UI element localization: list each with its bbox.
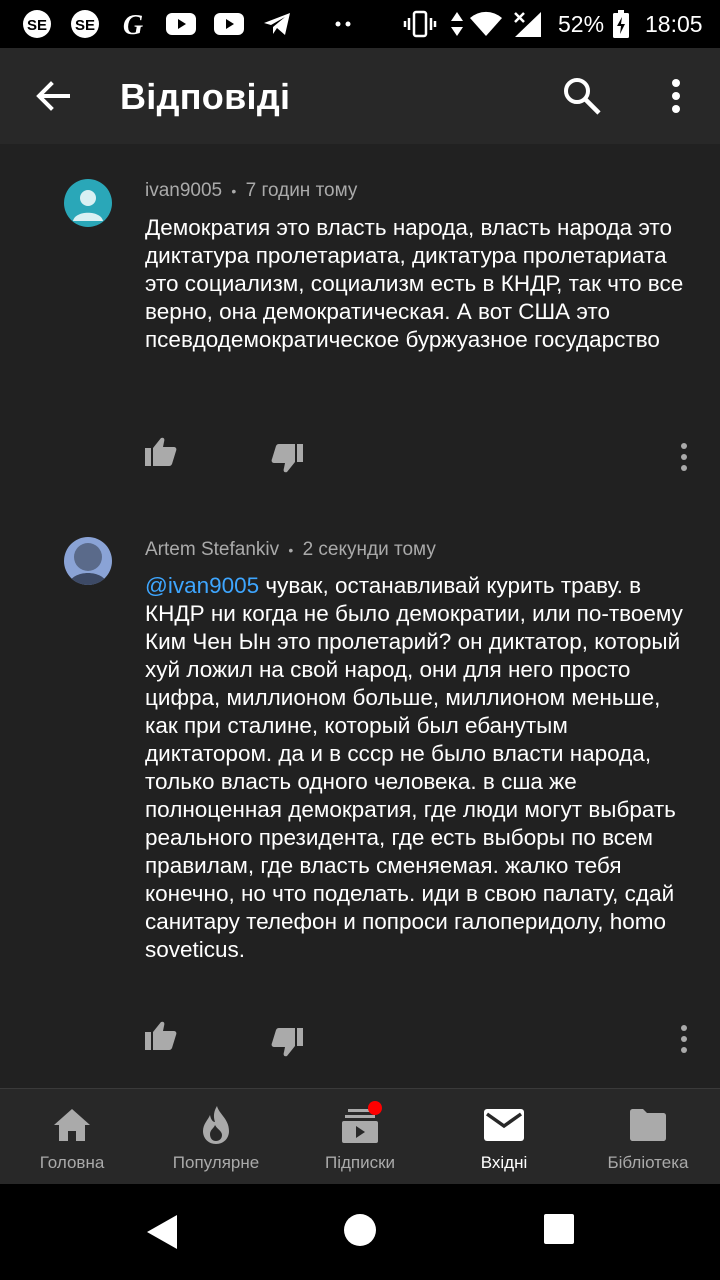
nav-label: Вхідні bbox=[480, 1153, 528, 1172]
arrow-back-icon[interactable] bbox=[32, 76, 72, 116]
youtube-icon bbox=[212, 10, 246, 38]
telegram-icon bbox=[260, 10, 294, 38]
g-app-icon: G bbox=[116, 10, 150, 39]
search-icon[interactable] bbox=[562, 76, 602, 116]
system-navigation-bar bbox=[0, 1184, 720, 1280]
avatar[interactable] bbox=[64, 537, 112, 585]
signal-icon bbox=[510, 10, 544, 38]
vibrate-icon bbox=[402, 10, 438, 38]
nav-label: Популярне bbox=[172, 1153, 260, 1172]
nav-label: Головна bbox=[39, 1153, 105, 1172]
like-icon[interactable] bbox=[144, 436, 180, 472]
comment-time: 2 секунди тому bbox=[302, 539, 436, 560]
trending-flame-icon bbox=[194, 1105, 238, 1145]
comment-author[interactable]: ivan9005 bbox=[145, 180, 222, 201]
comment-more-icon[interactable] bbox=[672, 1022, 696, 1058]
nav-item-home[interactable]: Головна bbox=[0, 1089, 144, 1185]
nav-item-library[interactable]: Бібліотека bbox=[576, 1089, 720, 1185]
svg-text:SE: SE bbox=[75, 17, 95, 34]
nav-item-trending[interactable]: Популярне bbox=[144, 1089, 288, 1185]
app-bar: Відповіді bbox=[0, 48, 720, 144]
bottom-navigation: Головна Популярне Підписки Вхідні Бібліо… bbox=[0, 1088, 720, 1184]
comment-time: 7 годин тому bbox=[245, 180, 358, 201]
more-notifications-icon bbox=[332, 10, 356, 38]
battery-icon bbox=[610, 10, 632, 38]
inbox-mail-icon bbox=[482, 1105, 526, 1145]
like-icon[interactable] bbox=[144, 1020, 180, 1056]
youtube-icon bbox=[164, 10, 198, 38]
meta-separator: • bbox=[288, 542, 294, 558]
mention-link[interactable]: @ivan9005 bbox=[145, 573, 259, 598]
nav-label: Підписки bbox=[324, 1153, 396, 1172]
svg-text:G: G bbox=[123, 10, 143, 39]
more-vert-icon[interactable] bbox=[660, 76, 692, 116]
comment-meta: Artem Stefankiv • 2 секунди тому bbox=[145, 539, 436, 561]
library-folder-icon bbox=[626, 1105, 670, 1145]
comment-text: Демократия это власть народа, власть нар… bbox=[145, 215, 684, 352]
notification-badge bbox=[368, 1101, 382, 1115]
back-triangle-icon[interactable] bbox=[142, 1212, 182, 1252]
status-bar: SE SE G 52% 18:05 bbox=[0, 0, 720, 48]
svg-text:SE: SE bbox=[27, 17, 47, 34]
battery-percent: 52% bbox=[558, 11, 605, 37]
se-app-icon: SE bbox=[68, 10, 102, 38]
dislike-icon[interactable] bbox=[270, 1026, 306, 1062]
dislike-icon[interactable] bbox=[270, 442, 306, 478]
data-arrows-icon bbox=[448, 10, 466, 38]
nav-item-inbox[interactable]: Вхідні bbox=[432, 1089, 576, 1185]
meta-separator: • bbox=[231, 183, 237, 199]
se-app-icon: SE bbox=[20, 10, 54, 38]
comment-text: @ivan9005 чувак, останавливай курить тра… bbox=[145, 572, 685, 964]
comment-body: чувак, останавливай курить траву. в КНДР… bbox=[145, 573, 683, 962]
avatar[interactable] bbox=[64, 179, 112, 227]
wifi-icon bbox=[468, 10, 504, 38]
comment-meta: ivan9005 • 7 годин тому bbox=[145, 180, 357, 202]
home-circle-icon[interactable] bbox=[342, 1212, 382, 1252]
comment-more-icon[interactable] bbox=[672, 440, 696, 476]
nav-item-subscriptions[interactable]: Підписки bbox=[288, 1089, 432, 1185]
recents-square-icon[interactable] bbox=[542, 1212, 582, 1252]
clock: 18:05 bbox=[645, 11, 703, 37]
nav-label: Бібліотека bbox=[607, 1153, 689, 1172]
comment-author[interactable]: Artem Stefankiv bbox=[145, 539, 279, 560]
home-icon bbox=[50, 1105, 94, 1145]
page-title: Відповіді bbox=[120, 76, 291, 117]
